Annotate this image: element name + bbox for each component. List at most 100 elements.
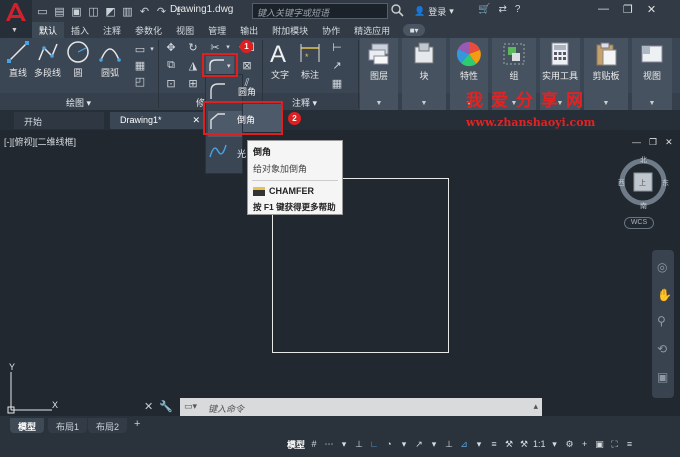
tab-model[interactable]: 模型 bbox=[10, 418, 45, 433]
table-icon[interactable]: ▦ bbox=[330, 76, 344, 90]
save-as-icon[interactable]: ◫ bbox=[87, 5, 100, 18]
login-button[interactable]: 👤 登录 ▾ bbox=[414, 5, 454, 18]
chevron-down-icon[interactable]: ▾ bbox=[338, 437, 350, 451]
exchange-icon[interactable]: ⇄ bbox=[498, 4, 506, 15]
undo-icon[interactable]: ↶ bbox=[138, 5, 151, 18]
model-space-toggle[interactable]: 模型 bbox=[287, 437, 305, 451]
tab-drawing1[interactable]: Drawing1* ✕ bbox=[110, 112, 206, 129]
tab-featured-apps[interactable]: 精选应用 bbox=[347, 22, 397, 38]
chevron-down-icon[interactable]: ▾ bbox=[145, 42, 159, 56]
print-icon[interactable]: ▥ bbox=[121, 5, 134, 18]
leader-icon[interactable]: ↗ bbox=[330, 58, 344, 72]
tab-layout1[interactable]: 布局1 bbox=[48, 418, 88, 433]
zoom-icon[interactable]: ⚲ bbox=[657, 314, 666, 328]
command-history-icon[interactable]: ▴ bbox=[533, 401, 538, 412]
close-icon[interactable]: ✕ bbox=[665, 137, 673, 148]
object-snap-icon[interactable]: ⊿ bbox=[458, 437, 470, 451]
close-tab-icon[interactable]: ✕ bbox=[192, 115, 200, 126]
annotation-visibility-icon[interactable]: ⚒ bbox=[503, 437, 515, 451]
text-button[interactable]: A 文字 bbox=[268, 40, 292, 81]
new-file-icon[interactable]: ▭ bbox=[36, 5, 49, 18]
infer-icon[interactable]: ⊥ bbox=[353, 437, 365, 451]
minimize-icon[interactable]: — bbox=[632, 137, 641, 148]
copy-icon[interactable]: ⧉ bbox=[164, 58, 178, 72]
search-input[interactable]: 键入关键字或短语 bbox=[252, 3, 388, 19]
polar-icon[interactable]: ◔ bbox=[383, 437, 395, 451]
tab-parametric[interactable]: 参数化 bbox=[128, 22, 169, 38]
restore-icon[interactable]: ❐ bbox=[623, 3, 633, 16]
help-icon[interactable]: ? bbox=[515, 4, 521, 15]
viewcube[interactable]: 北 南 西 东 上 bbox=[617, 156, 669, 210]
chevron-down-icon[interactable]: ▾ bbox=[428, 437, 440, 451]
draw-panel-title[interactable]: 绘图 ▾ bbox=[66, 96, 91, 109]
tab-start[interactable]: 开始 bbox=[14, 112, 104, 129]
object-snap-tracking-icon[interactable]: ⊥ bbox=[443, 437, 455, 451]
save-icon[interactable]: ▣ bbox=[70, 5, 83, 18]
tab-view[interactable]: 视图 bbox=[169, 22, 201, 38]
orbit-icon[interactable]: ⟲ bbox=[657, 342, 667, 356]
layers-button[interactable]: 图层 ▼ bbox=[360, 38, 398, 110]
workspace-gear-icon[interactable]: ⚙ bbox=[564, 437, 576, 451]
customize-menu-icon[interactable]: ≡ bbox=[624, 437, 636, 451]
annotation-panel-title[interactable]: 注释 ▾ bbox=[292, 96, 317, 109]
command-line-input[interactable]: ▭▾ 键入命令 ▴ bbox=[180, 398, 542, 416]
lineweight-icon[interactable]: ≡ bbox=[488, 437, 500, 451]
redo-icon[interactable]: ↷ bbox=[155, 5, 168, 18]
tab-output[interactable]: 输出 bbox=[233, 22, 265, 38]
explode-icon[interactable]: ⊠ bbox=[240, 58, 254, 72]
close-icon[interactable]: ✕ bbox=[144, 400, 153, 413]
app-menu-button[interactable]: ▼ bbox=[0, 0, 32, 40]
grid-icon[interactable]: # bbox=[308, 437, 320, 451]
view-button[interactable]: 视图 ▼ bbox=[632, 38, 672, 110]
trim-icon[interactable]: ✂ bbox=[208, 40, 222, 54]
circle-button[interactable]: 圆 bbox=[66, 40, 90, 79]
chevron-down-icon[interactable]: ▾ bbox=[473, 437, 485, 451]
iso-icon[interactable]: ↗ bbox=[413, 437, 425, 451]
linear-dim-icon[interactable]: ⊢ bbox=[330, 40, 344, 54]
cart-icon[interactable]: 🛒 bbox=[478, 4, 490, 15]
mirror-icon[interactable]: ◮ bbox=[186, 58, 200, 72]
steering-wheel-icon[interactable]: ◎ bbox=[657, 260, 667, 274]
add-layout-icon[interactable]: + bbox=[134, 418, 140, 430]
tab-layout2[interactable]: 布局2 bbox=[88, 418, 128, 433]
chevron-down-icon[interactable]: ▾ bbox=[549, 437, 561, 451]
block-button[interactable]: 块 ▼ bbox=[402, 38, 446, 110]
ortho-icon[interactable]: ∟ bbox=[368, 437, 380, 451]
rotate-icon[interactable]: ↻ bbox=[186, 40, 200, 54]
close-icon[interactable]: ✕ bbox=[647, 3, 656, 16]
boundary-icon[interactable]: ◰ bbox=[133, 74, 147, 88]
tab-default[interactable]: 默认 bbox=[32, 22, 65, 38]
isolate-icon[interactable]: ▣ bbox=[594, 437, 606, 451]
arc-button[interactable]: 圆弧 bbox=[98, 40, 122, 79]
fullscreen-icon[interactable]: ⛶ bbox=[609, 437, 621, 451]
chevron-down-icon[interactable]: ▾ bbox=[221, 40, 235, 54]
tab-insert[interactable]: 插入 bbox=[64, 22, 96, 38]
tab-manage[interactable]: 管理 bbox=[201, 22, 233, 38]
pan-hand-icon[interactable]: ✋ bbox=[657, 288, 672, 302]
command-prompt-icon[interactable]: ▭▾ bbox=[184, 401, 197, 412]
hatch-icon[interactable]: ▦ bbox=[133, 58, 147, 72]
snap-icon[interactable]: ⋯ bbox=[323, 437, 335, 451]
showmotion-icon[interactable]: ▣ bbox=[657, 370, 668, 384]
wcs-menu[interactable]: WCS bbox=[624, 217, 654, 229]
tab-collaborate[interactable]: 协作 bbox=[315, 22, 347, 38]
line-button[interactable]: 直线 bbox=[6, 40, 30, 79]
annotation-scale[interactable]: 1:1 bbox=[533, 437, 546, 451]
move-icon[interactable]: ✥ bbox=[164, 40, 178, 54]
dimension-button[interactable]: * 标注 bbox=[298, 40, 322, 81]
wrench-icon[interactable]: 🔧 bbox=[159, 400, 173, 413]
minimize-icon[interactable]: — bbox=[598, 3, 609, 16]
stretch-icon[interactable]: ⊡ bbox=[164, 76, 178, 90]
blend-curves-menu-item[interactable]: 光 bbox=[208, 141, 246, 167]
search-icon[interactable] bbox=[390, 3, 406, 19]
web-icon[interactable]: ◩ bbox=[104, 5, 117, 18]
ribbon-more-button[interactable]: ■▾ bbox=[403, 24, 426, 36]
tab-addins[interactable]: 附加模块 bbox=[265, 22, 315, 38]
scale-icon[interactable]: ⊞ bbox=[186, 76, 200, 90]
chevron-down-icon[interactable]: ▾ bbox=[398, 437, 410, 451]
plus-icon[interactable]: + bbox=[579, 437, 591, 451]
tab-annotate[interactable]: 注释 bbox=[96, 22, 128, 38]
open-file-icon[interactable]: ▤ bbox=[53, 5, 66, 18]
auto-scale-icon[interactable]: ⚒ bbox=[518, 437, 530, 451]
restore-icon[interactable]: ❐ bbox=[649, 137, 657, 148]
